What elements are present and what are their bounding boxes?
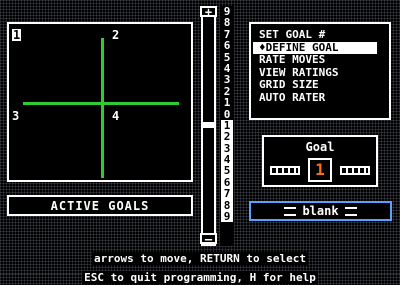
menu-item-auto-rater[interactable]: AUTO RATER xyxy=(259,91,389,105)
menu-item-rate-moves[interactable]: RATE MOVES xyxy=(259,54,389,67)
scale-tick: 2 xyxy=(221,131,233,143)
goal-name-field[interactable]: blank xyxy=(249,201,392,221)
quadrant-4-label: 4 xyxy=(112,109,120,123)
scale-tick: 9 xyxy=(221,211,233,222)
quadrant-2-label: 2 xyxy=(112,28,120,42)
active-goals-label: ACTIVE GOALS xyxy=(7,195,193,216)
instruction-line-2: ESC to quit programming, H for help xyxy=(82,271,318,284)
goal-name-value: blank xyxy=(302,204,339,218)
scale-tick: 1 xyxy=(223,96,231,110)
scale-tick: 7 xyxy=(221,188,233,200)
playfield[interactable]: 1 2 3 4 xyxy=(7,22,193,182)
value-scale: 9876543210123456789 xyxy=(220,6,234,246)
slider-increase-handle[interactable]: + xyxy=(200,6,217,18)
goal-previous-arrow-icon[interactable] xyxy=(270,166,300,175)
slider-thumb[interactable] xyxy=(203,122,214,128)
goal-number[interactable]: 1 xyxy=(308,158,332,182)
goal-selector: Goal 1 xyxy=(262,135,378,187)
right-bar-icon xyxy=(344,206,357,216)
menu-item-set-goal[interactable]: SET GOAL # xyxy=(259,28,389,42)
slider-decrease-handle[interactable]: – xyxy=(200,233,217,245)
horizontal-divider xyxy=(23,102,179,105)
scale-tick: 6 xyxy=(223,39,231,53)
goal-title: Goal xyxy=(305,140,335,154)
quadrant-3-label: 3 xyxy=(12,109,20,123)
goal-next-arrow-icon[interactable] xyxy=(340,166,370,175)
quadrant-1-label: 1 xyxy=(12,28,22,42)
command-menu[interactable]: SET GOAL # ♦DEFINE GOAL RATE MOVES VIEW … xyxy=(249,22,391,120)
vertical-divider xyxy=(101,38,104,178)
instructions: arrows to move, RETURN to select ESC to … xyxy=(0,247,400,285)
instruction-line-1: arrows to move, RETURN to select xyxy=(92,252,308,265)
left-bar-icon xyxy=(284,206,297,216)
